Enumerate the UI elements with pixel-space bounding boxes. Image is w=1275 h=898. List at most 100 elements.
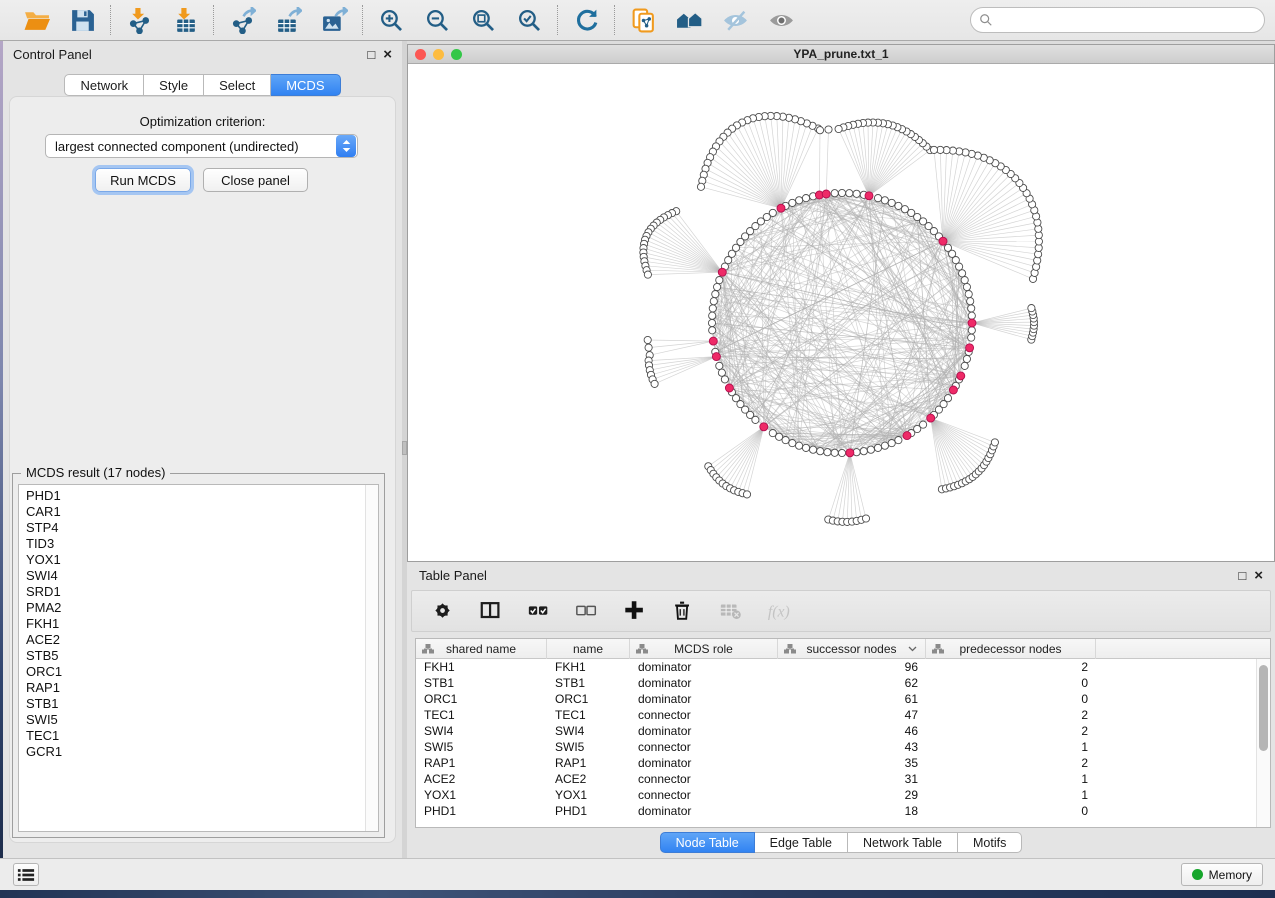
column-type-icon — [932, 644, 944, 654]
sort-desc-icon — [908, 646, 917, 652]
table-row[interactable]: SWI4SWI4dominator462 — [416, 723, 1270, 739]
settings-gear-button[interactable] — [430, 598, 456, 624]
export-image-icon — [321, 7, 348, 34]
optimization-criterion-select[interactable]: largest connected component (undirected) — [45, 134, 358, 158]
zoom-in-button[interactable] — [375, 4, 407, 36]
column-header-predecessor-nodes[interactable]: predecessor nodes — [926, 639, 1096, 659]
mcds-result-item[interactable]: CAR1 — [26, 504, 365, 520]
column-header-shared-name[interactable]: shared name — [416, 639, 547, 659]
mcds-result-item[interactable]: PHD1 — [26, 488, 365, 504]
table-cell: 0 — [926, 675, 1096, 691]
close-panel-icon[interactable]: × — [383, 47, 392, 62]
select-all-button[interactable] — [526, 598, 552, 624]
mcds-result-item[interactable]: ACE2 — [26, 632, 365, 648]
tab-network-table[interactable]: Network Table — [848, 832, 958, 853]
mcds-result-item[interactable]: STB1 — [26, 696, 365, 712]
table-row[interactable]: PHD1PHD1dominator180 — [416, 803, 1270, 819]
delete-column-button[interactable] — [670, 598, 696, 624]
export-table-button[interactable] — [272, 4, 304, 36]
network-canvas[interactable] — [408, 64, 1274, 561]
table-cell: SWI4 — [547, 723, 630, 739]
mcds-result-item[interactable]: TID3 — [26, 536, 365, 552]
refresh-button[interactable] — [570, 4, 602, 36]
tab-style[interactable]: Style — [144, 74, 204, 96]
close-panel-button[interactable]: Close panel — [203, 168, 308, 192]
mcds-result-item[interactable]: TEC1 — [26, 728, 365, 744]
table-row[interactable]: SWI5SWI5connector431 — [416, 739, 1270, 755]
float-table-panel-icon[interactable]: □ — [1238, 569, 1246, 582]
memory-button[interactable]: Memory — [1181, 863, 1263, 886]
hide-selected-button[interactable] — [719, 4, 751, 36]
network-graph[interactable] — [408, 64, 1274, 561]
copy-network-button[interactable] — [627, 4, 659, 36]
first-neighbors-button[interactable] — [673, 4, 705, 36]
tab-edge-table[interactable]: Edge Table — [755, 832, 848, 853]
optimization-criterion-label: Optimization criterion: — [3, 114, 402, 129]
node-table: shared name nameMCDS rolesuccessor nodesp… — [415, 638, 1271, 828]
mcds-result-item[interactable]: RAP1 — [26, 680, 365, 696]
zoom-fit-button[interactable] — [467, 4, 499, 36]
table-row[interactable]: ACE2ACE2connector311 — [416, 771, 1270, 787]
import-table-button[interactable] — [169, 4, 201, 36]
zoom-selected-button[interactable] — [513, 4, 545, 36]
refresh-icon — [573, 7, 600, 34]
mcds-result-item[interactable]: YOX1 — [26, 552, 365, 568]
column-header-name[interactable]: name — [547, 639, 630, 659]
save-button[interactable] — [66, 4, 98, 36]
export-image-button[interactable] — [318, 4, 350, 36]
mcds-result-item[interactable]: SWI5 — [26, 712, 365, 728]
mcds-result-item[interactable]: SWI4 — [26, 568, 365, 584]
export-network-icon — [229, 7, 256, 34]
table-cell: 0 — [926, 803, 1096, 819]
tab-network[interactable]: Network — [64, 74, 144, 96]
tab-select[interactable]: Select — [204, 74, 271, 96]
table-cell: STB1 — [547, 675, 630, 691]
table-scrollbar[interactable] — [1256, 659, 1270, 827]
list-icon — [17, 868, 35, 882]
tab-motifs[interactable]: Motifs — [958, 832, 1022, 853]
task-history-button[interactable] — [13, 863, 39, 886]
mcds-result-item[interactable]: ORC1 — [26, 664, 365, 680]
tab-node-table[interactable]: Node Table — [660, 832, 755, 853]
table-row[interactable]: YOX1YOX1connector291 — [416, 787, 1270, 803]
table-cell: ACE2 — [547, 771, 630, 787]
show-all-button[interactable] — [765, 4, 797, 36]
mcds-result-item[interactable]: STB5 — [26, 648, 365, 664]
table-cell: 1 — [926, 739, 1096, 755]
table-cell: connector — [630, 787, 778, 803]
zoom-out-button[interactable] — [421, 4, 453, 36]
add-column-button[interactable] — [622, 598, 648, 624]
deselect-all-button[interactable] — [574, 598, 600, 624]
open-folder-button[interactable] — [20, 4, 52, 36]
mcds-list-scrollbar[interactable] — [365, 485, 378, 831]
tab-mcds[interactable]: MCDS — [271, 74, 340, 96]
float-panel-icon[interactable]: □ — [367, 48, 375, 61]
mcds-result-item[interactable]: STP4 — [26, 520, 365, 536]
table-row[interactable]: FKH1FKH1dominator962 — [416, 659, 1270, 675]
mcds-result-list[interactable]: PHD1CAR1STP4TID3YOX1SWI4SRD1PMA2FKH1ACE2… — [19, 485, 365, 831]
table-row[interactable]: STB1STB1dominator620 — [416, 675, 1270, 691]
table-cell: 35 — [778, 755, 926, 771]
column-label: shared name — [446, 642, 516, 656]
run-mcds-button[interactable]: Run MCDS — [95, 168, 191, 192]
export-network-button[interactable] — [226, 4, 258, 36]
mcds-result-item[interactable]: SRD1 — [26, 584, 365, 600]
mcds-result-item[interactable]: GCR1 — [26, 744, 365, 760]
table-cell: dominator — [630, 659, 778, 675]
column-header-mcds-role[interactable]: MCDS role — [630, 639, 778, 659]
search-input[interactable] — [970, 7, 1265, 33]
table-panel: Table Panel □ × f(x) shared namenameMCDS… — [407, 562, 1275, 858]
table-row[interactable]: ORC1ORC1dominator610 — [416, 691, 1270, 707]
table-body: FKH1FKH1dominator962STB1STB1dominator620… — [416, 659, 1270, 819]
import-network-button[interactable] — [123, 4, 155, 36]
table-row[interactable]: TEC1TEC1connector472 — [416, 707, 1270, 723]
mcds-result-item[interactable]: FKH1 — [26, 616, 365, 632]
mcds-result-groupbox: MCDS result (17 nodes) PHD1CAR1STP4TID3Y… — [12, 473, 385, 838]
column-header-successor-nodes[interactable]: successor nodes — [778, 639, 926, 659]
table-scrollbar-thumb[interactable] — [1259, 665, 1268, 751]
table-row[interactable]: RAP1RAP1dominator352 — [416, 755, 1270, 771]
show-column-button[interactable] — [478, 598, 504, 624]
close-table-panel-icon[interactable]: × — [1254, 568, 1263, 583]
table-cell: STB1 — [416, 675, 547, 691]
mcds-result-item[interactable]: PMA2 — [26, 600, 365, 616]
